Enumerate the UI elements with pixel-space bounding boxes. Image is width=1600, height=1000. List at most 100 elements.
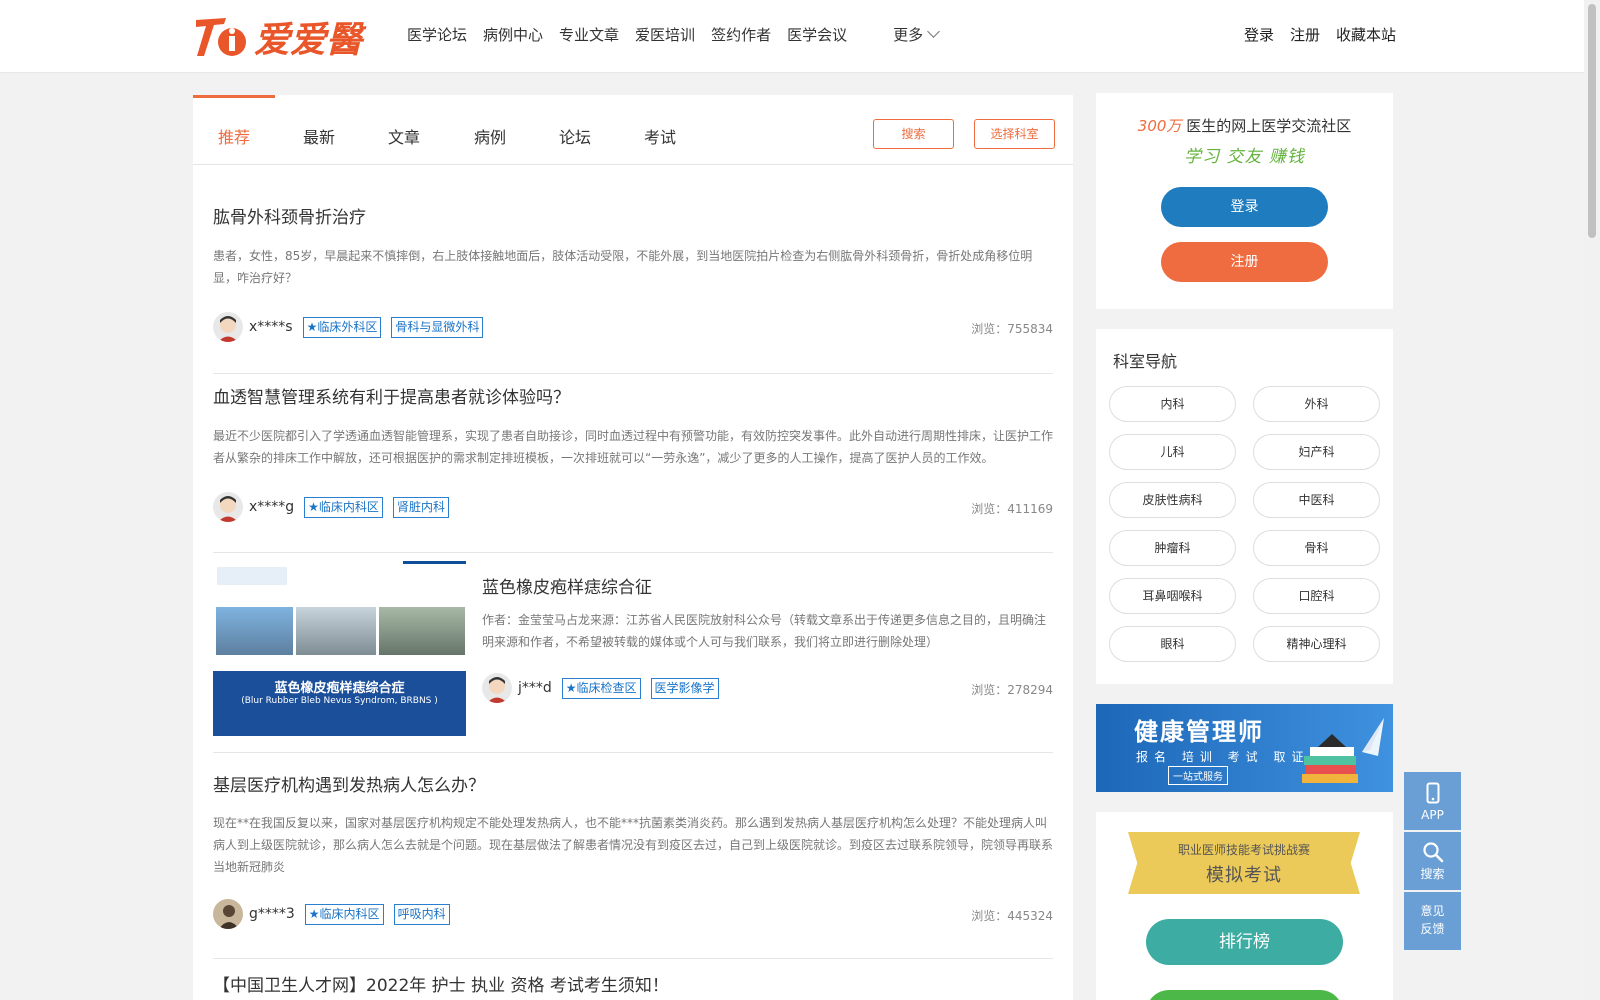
post-excerpt: 最近不少医院都引入了学透通血透智能管理系，实现了患者自助接诊，同时血透过程中有预… [213, 429, 1054, 465]
dept-oncology[interactable]: 肿瘤科 [1109, 530, 1236, 566]
start-exam-button[interactable] [1146, 990, 1343, 1000]
header-login-link[interactable]: 登录 [1244, 24, 1274, 45]
post-title[interactable]: 血透智慧管理系统有利于提高患者就诊体验吗？ [213, 383, 570, 408]
post-meta: g****3 ★临床内科区 呼吸内科 [213, 899, 460, 929]
post-author[interactable]: j***d [518, 680, 552, 696]
post-views: 浏览：445324 [971, 909, 1053, 923]
dept-psychiatry[interactable]: 精神心理科 [1253, 626, 1380, 662]
avatar-icon [213, 899, 243, 929]
department-nav-title: 科室导航 [1113, 352, 1178, 371]
dept-surgery[interactable]: 外科 [1253, 386, 1380, 422]
nav-item-training[interactable]: 爱医培训 [635, 24, 695, 45]
user-links: 登录 注册 收藏本站 [1244, 24, 1412, 45]
logo-icon: 爱爱醫 [196, 18, 367, 61]
phone-icon [1426, 782, 1440, 804]
dept-orthopedics[interactable]: 骨科 [1253, 530, 1380, 566]
dept-tcm[interactable]: 中医科 [1253, 482, 1380, 518]
select-department-button[interactable]: 选择科室 [974, 119, 1055, 149]
feedback-button[interactable]: 意见反馈 [1404, 892, 1461, 950]
health-manager-banner[interactable]: 健康管理师 报名 培训 考试 取证 一站式服务 [1096, 704, 1393, 792]
avatar[interactable] [213, 899, 243, 929]
nav-item-articles[interactable]: 专业文章 [559, 24, 619, 45]
dept-ent[interactable]: 耳鼻咽喉科 [1109, 578, 1236, 614]
mock-exam-ribbon[interactable]: 职业医师技能考试挑战赛 模拟考试 [1128, 832, 1360, 894]
post-excerpt: 现在**在我国反复以来，国家对基层医疗机构规定不能处理发热病人，也不能***抗菌… [213, 816, 1054, 874]
dept-internal-medicine[interactable]: 内科 [1109, 386, 1236, 422]
page-scrollbar[interactable] [1584, 0, 1600, 1000]
feed-post[interactable]: 蓝色橡皮疱样痣综合症 (Blur Rubber Bleb Nevus Syndr… [213, 553, 1053, 753]
float-search-button[interactable]: 搜索 [1404, 832, 1461, 890]
logo-text: 爱爱醫 [254, 19, 367, 61]
post-title[interactable]: 蓝色橡皮疱样痣综合征 [482, 573, 652, 598]
thumb-photo [379, 607, 465, 655]
mock-exam-label: 模拟考试 [1206, 865, 1282, 886]
post-thumbnail[interactable]: 蓝色橡皮疱样痣综合症 (Blur Rubber Bleb Nevus Syndr… [213, 561, 466, 736]
dept-pediatrics[interactable]: 儿科 [1109, 434, 1236, 470]
dept-dermatology[interactable]: 皮肤性病科 [1109, 482, 1236, 518]
app-download-button[interactable]: APP [1404, 772, 1461, 830]
post-excerpt: 作者：金莹莹马占龙来源：江苏省人民医院放射科公众号（转载文章系出于传递更多信息之… [482, 613, 1047, 649]
avatar-icon [218, 496, 238, 522]
avatar[interactable] [213, 312, 243, 342]
tab-latest[interactable]: 最新 [303, 124, 335, 148]
thumb-accent-bar [403, 561, 466, 564]
tab-forum[interactable]: 论坛 [559, 124, 591, 148]
dept-stomatology[interactable]: 口腔科 [1253, 578, 1380, 614]
banner-title: 健康管理师 [1134, 718, 1264, 746]
banner-service-badge: 一站式服务 [1168, 766, 1228, 785]
leaderboard-button[interactable]: 排行榜 [1146, 919, 1343, 965]
post-meta: j***d ★临床检查区 医学影像学 [482, 673, 729, 703]
feed-post[interactable]: 【中国卫生人才网】2022年 护士 执业 资格 考试考生须知！ [213, 971, 1053, 1000]
post-author[interactable]: x****g [249, 499, 294, 515]
avatar[interactable] [482, 673, 512, 703]
search-button[interactable]: 搜索 [873, 119, 954, 149]
site-logo[interactable]: 爱爱醫 [192, 10, 378, 64]
nav-item-cases[interactable]: 病例中心 [483, 24, 543, 45]
post-title[interactable]: 【中国卫生人才网】2022年 护士 执业 资格 考试考生须知！ [213, 971, 669, 996]
post-title[interactable]: 肱骨外科颈骨折治疗 [213, 203, 366, 228]
post-views: 浏览：411169 [971, 502, 1053, 516]
avatar[interactable] [213, 492, 243, 522]
post-tag[interactable]: 骨科与显微外科 [391, 316, 484, 338]
app-label: APP [1421, 808, 1444, 822]
post-tag[interactable]: 呼吸内科 [393, 903, 450, 925]
avatar-icon [218, 316, 238, 342]
mock-exam-card: 职业医师技能考试挑战赛 模拟考试 排行榜 [1096, 812, 1393, 1000]
post-tag[interactable]: ★临床外科区 [302, 316, 382, 338]
post-meta: x****s ★临床外科区 骨科与显微外科 [213, 312, 493, 342]
nav-more-dropdown[interactable]: 更多 [893, 24, 940, 45]
sidebar-register-button[interactable]: 注册 [1161, 242, 1328, 282]
post-title[interactable]: 基层医疗机构遇到发热病人怎么办？ [213, 771, 485, 796]
feed-tabs: 推荐 最新 文章 病例 论坛 考试 搜索 选择科室 [193, 95, 1073, 165]
search-label: 搜索 [1420, 867, 1445, 881]
bookmark-site-link[interactable]: 收藏本站 [1336, 24, 1396, 45]
feed-post[interactable]: 肱骨外科颈骨折治疗 患者，女性，85岁，早晨起来不慎摔倒，右上肢体接触地面后，肢… [213, 203, 1053, 374]
tab-cases[interactable]: 病例 [474, 124, 506, 148]
nav-item-conferences[interactable]: 医学会议 [787, 24, 847, 45]
nav-item-authors[interactable]: 签约作者 [711, 24, 771, 45]
header-register-link[interactable]: 注册 [1290, 24, 1320, 45]
post-author[interactable]: g****3 [249, 906, 295, 922]
thumb-photo [296, 607, 376, 655]
feed-post[interactable]: 血透智慧管理系统有利于提高患者就诊体验吗？ 最近不少医院都引入了学透通血透智能管… [213, 383, 1053, 553]
post-tag[interactable]: ★临床检查区 [561, 677, 641, 699]
post-tag[interactable]: 肾脏内科 [392, 496, 449, 518]
thumb-title: 蓝色橡皮疱样痣综合症 [274, 681, 405, 696]
post-author[interactable]: x****s [249, 319, 293, 335]
post-tag[interactable]: ★临床内科区 [304, 903, 384, 925]
nav-item-forum[interactable]: 医学论坛 [407, 24, 467, 45]
scrollbar-thumb[interactable] [1588, 4, 1596, 238]
dept-obstetrics[interactable]: 妇产科 [1253, 434, 1380, 470]
hospital-logo [217, 567, 287, 585]
tab-articles[interactable]: 文章 [388, 124, 420, 148]
feed-post[interactable]: 基层医疗机构遇到发热病人怎么办？ 现在**在我国反复以来，国家对基层医疗机构规定… [213, 771, 1053, 959]
tab-recommended[interactable]: 推荐 [218, 124, 250, 148]
dept-ophthalmology[interactable]: 眼科 [1109, 626, 1236, 662]
avatar-icon [487, 677, 507, 703]
post-tag[interactable]: ★临床内科区 [304, 496, 383, 518]
sidebar-login-button[interactable]: 登录 [1161, 187, 1328, 227]
promo-tagline: 300万 医生的网上医学交流社区 [1096, 115, 1393, 136]
main-nav: 医学论坛 病例中心 专业文章 爱医培训 签约作者 医学会议 更多 [407, 24, 954, 45]
tab-exam[interactable]: 考试 [644, 124, 676, 148]
post-tag[interactable]: 医学影像学 [650, 677, 719, 699]
